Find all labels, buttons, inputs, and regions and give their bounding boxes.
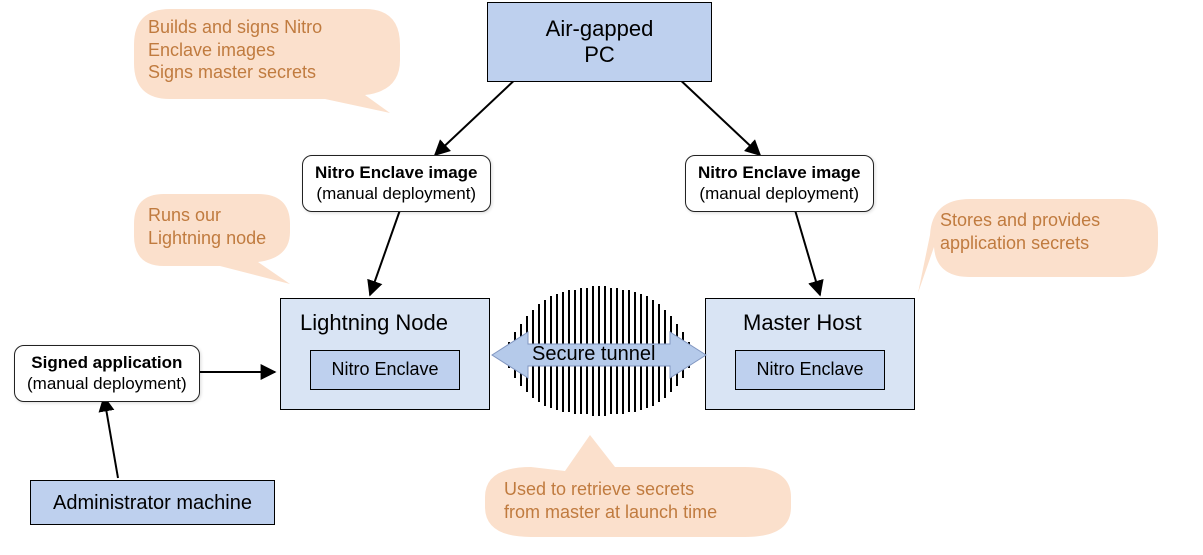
master-host-title: Master Host	[743, 310, 862, 336]
annotation-airgapped: Builds and signs Nitro Enclave images Si…	[148, 16, 322, 84]
master-enclave-label: Nitro Enclave	[756, 359, 863, 381]
administrator-machine-label: Administrator machine	[53, 491, 252, 515]
enclave-image-right-box: Nitro Enclave image (manual deployment)	[685, 155, 874, 212]
administrator-machine-box: Administrator machine	[30, 480, 275, 525]
signed-application-box: Signed application (manual deployment)	[14, 345, 200, 402]
annotation-tunnel: Used to retrieve secrets from master at …	[504, 478, 717, 523]
enclave-image-right-note: (manual deployment)	[699, 183, 859, 204]
lightning-enclave-box: Nitro Enclave	[310, 350, 460, 390]
enclave-image-right-title: Nitro Enclave image	[698, 162, 861, 183]
airgapped-pc-box: Air-gapped PC	[487, 2, 712, 82]
annotation-lightning: Runs our Lightning node	[148, 204, 266, 249]
signed-application-title: Signed application	[31, 352, 182, 373]
signed-application-note: (manual deployment)	[27, 373, 187, 394]
airgapped-line1: Air-gapped	[546, 16, 654, 42]
lightning-node-title: Lightning Node	[300, 310, 448, 336]
enclave-image-left-title: Nitro Enclave image	[315, 162, 478, 183]
enclave-image-left-box: Nitro Enclave image (manual deployment)	[302, 155, 491, 212]
airgapped-line2: PC	[584, 42, 615, 68]
master-enclave-box: Nitro Enclave	[735, 350, 885, 390]
annotation-master: Stores and provides application secrets	[940, 209, 1100, 254]
lightning-enclave-label: Nitro Enclave	[331, 359, 438, 381]
secure-tunnel-label: Secure tunnel	[532, 343, 655, 366]
enclave-image-left-note: (manual deployment)	[316, 183, 476, 204]
